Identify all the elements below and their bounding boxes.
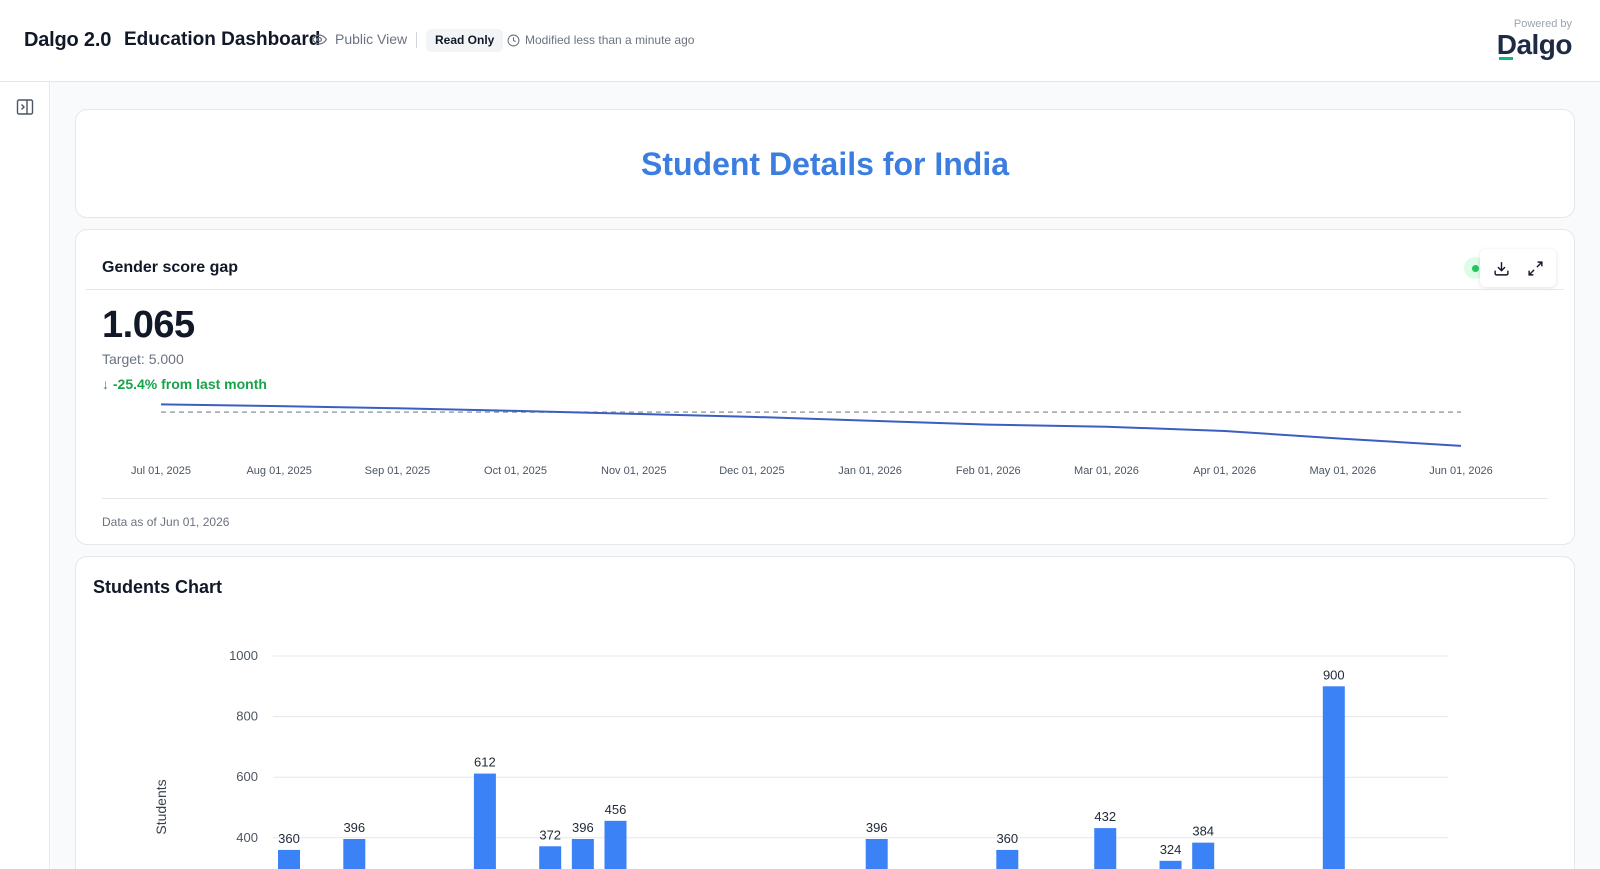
read-only-badge: Read Only [426, 29, 504, 52]
bar-value-label: 396 [866, 820, 888, 835]
bar-value-label: 456 [605, 802, 627, 817]
bar-value-label: 384 [1192, 824, 1214, 839]
kpi-footer-divider [102, 498, 1548, 499]
x-tick-label: Oct 01, 2025 [484, 465, 547, 477]
bar [343, 839, 366, 869]
dalgo-logo[interactable]: Dalgo [1497, 30, 1573, 60]
x-tick-label: Apr 01, 2026 [1193, 465, 1256, 477]
bar [571, 839, 594, 869]
top-bar: Dalgo 2.0 Education Dashboard Public Vie… [0, 0, 1600, 82]
eye-icon [312, 33, 327, 45]
bar [1094, 828, 1117, 869]
title-card-text: Student Details for India [640, 146, 1010, 182]
sidebar-toggle-icon[interactable] [16, 98, 34, 116]
app-brand: Dalgo 2.0 [24, 29, 112, 51]
trend-line [160, 403, 1462, 447]
bar [473, 773, 496, 869]
modified-indicator: Modified less than a minute ago [507, 33, 694, 47]
y-tick-label: 600 [236, 769, 258, 784]
bar-value-label: 360 [278, 831, 300, 846]
x-tick-label: Jul 01, 2025 [131, 465, 191, 477]
bar [1159, 860, 1182, 869]
bar-value-label: 396 [343, 820, 365, 835]
bar [278, 849, 300, 869]
x-tick-label: Dec 01, 2025 [719, 465, 784, 477]
bar-value-label: 900 [1323, 667, 1345, 682]
kpi-card: Gender score gap 1.065 Target: 5.000 ↓ -… [75, 229, 1575, 545]
bar-value-label: 432 [1094, 809, 1116, 824]
bar [996, 849, 1019, 869]
header-divider [416, 32, 417, 48]
public-view-label: Public View [335, 31, 408, 47]
bar [604, 820, 627, 869]
y-tick-label: 1000 [229, 648, 258, 663]
x-tick-label: Sep 01, 2025 [365, 465, 430, 477]
x-tick-label: Nov 01, 2025 [601, 465, 666, 477]
x-tick-label: May 01, 2026 [1309, 465, 1376, 477]
sidebar [0, 82, 50, 869]
modified-text: Modified less than a minute ago [525, 33, 695, 47]
clock-icon [507, 34, 520, 46]
powered-by: Powered by Dalgo [1497, 18, 1573, 60]
students-bar-chart: 400 600 800 1000 Students 360 396 612 372 396 456 3… [153, 648, 1448, 869]
x-tick-label: Jan 01, 2026 [838, 465, 902, 477]
bar [865, 839, 888, 869]
y-tick-label: 800 [236, 709, 258, 724]
bar-value-label: 396 [572, 820, 594, 835]
bar [1322, 686, 1345, 869]
y-axis-label: Students [153, 779, 169, 834]
bar-value-label: 360 [996, 831, 1018, 846]
kpi-footer: Data as of Jun 01, 2026 [102, 515, 230, 529]
bar-value-label: 324 [1160, 842, 1182, 857]
title-card: Student Details for India [75, 109, 1575, 218]
dashboard-title: Education Dashboard [124, 29, 321, 50]
bar [539, 846, 562, 869]
x-tick-label: Aug 01, 2025 [246, 465, 311, 477]
x-tick-label: Feb 01, 2026 [956, 465, 1021, 477]
y-tick-label: 400 [236, 830, 258, 845]
students-chart-card: Students Chart 400 600 800 1000 Students 360 3… [75, 556, 1575, 869]
x-tick-label: Jun 01, 2026 [1429, 465, 1493, 477]
x-tick-label: Mar 01, 2026 [1074, 465, 1139, 477]
bar-value-label: 612 [474, 755, 496, 770]
kpi-trend-chart: Jul 01, 2025 Aug 01, 2025 Sep 01, 2025 Oct … [131, 403, 1493, 477]
public-view-indicator: Public View [312, 31, 407, 47]
bar [1192, 842, 1215, 869]
bar-value-label: 372 [539, 827, 561, 842]
